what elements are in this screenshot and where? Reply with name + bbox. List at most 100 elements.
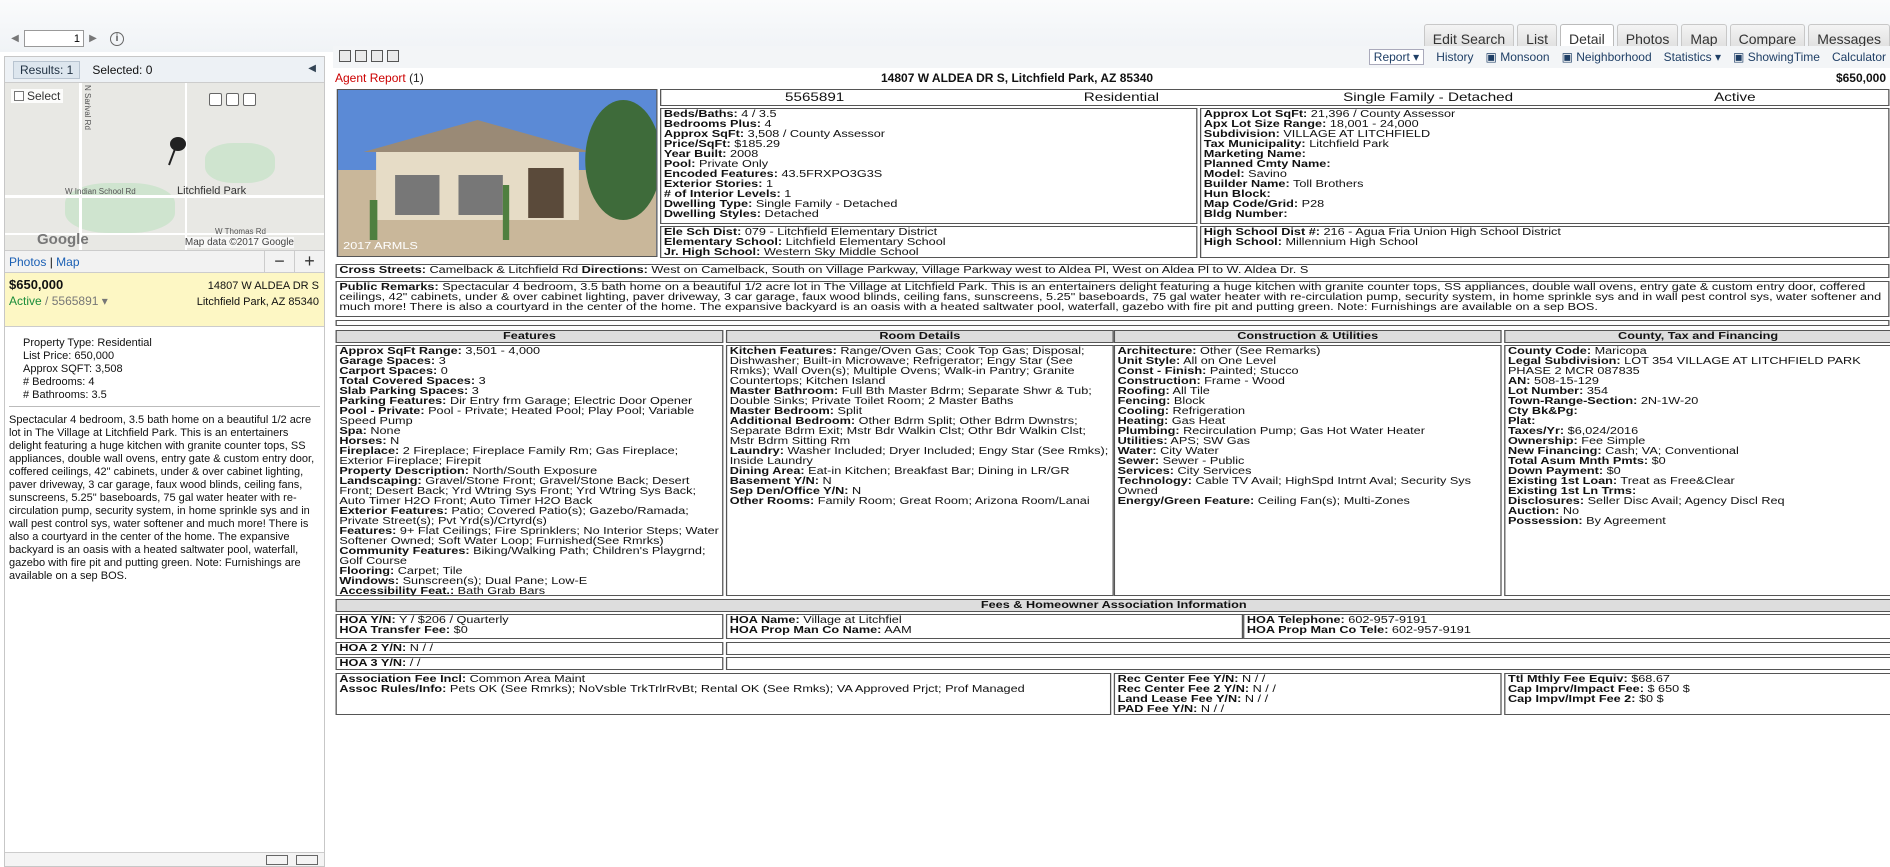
schools-left: Ele Sch Dist: 079 - Litchfield Elementar…: [660, 226, 1198, 258]
public-remarks: Public Remarks: Spectacular 4 bedroom, 3…: [335, 281, 1890, 317]
history-link[interactable]: History: [1436, 50, 1473, 64]
field-row: Laundry: Washer Included; Dryer Included…: [729, 446, 1109, 467]
field-row: Community Features: Biking/Walking Path;…: [339, 546, 706, 567]
section-header: County, Tax and Financing: [1504, 330, 1890, 343]
association-info: Association Fee Incl: Common Area Maint A…: [335, 673, 1112, 715]
mini-map[interactable]: Select N Sarival Rd W Indian School Rd W…: [5, 83, 324, 250]
detail-panel: Report ▾ History ▣ Monsoon ▣ Neighborhoo…: [333, 46, 1890, 867]
left-results-panel: Results: 1 Selected: 0 ◀ Select N Sariva…: [4, 56, 325, 867]
property-details-right: Approx Lot SqFt: 21,396 / County Assesso…: [1199, 108, 1890, 224]
fees-section-header: Fees & Homeowner Association Information: [335, 599, 1890, 612]
map-road-label: W Indian School Rd: [65, 187, 136, 196]
copy-icon[interactable]: [339, 50, 351, 62]
list-view-icon[interactable]: [296, 855, 318, 865]
report-address: 14807 W ALDEA DR S, Litchfield Park, AZ …: [881, 71, 1154, 85]
field-row: Map Code/Grid: P28: [1203, 199, 1325, 210]
map-road: [79, 83, 82, 250]
field-row: Accessibility Feat.: Bath Grab Bars: [339, 586, 546, 596]
map-select-checkbox[interactable]: Select: [11, 89, 64, 103]
detail-toolbar: Report ▾ History ▣ Monsoon ▣ Neighborhoo…: [333, 46, 1890, 68]
image-icon[interactable]: [387, 50, 399, 62]
selected-count[interactable]: Selected: 0: [92, 63, 152, 77]
field-row: HOA Transfer Fee: $0: [339, 625, 468, 636]
divider-line: [335, 320, 1890, 326]
field-row: Kitchen Features: Range/Oven Gas; Cook T…: [729, 346, 1085, 387]
hoa2-info: HOA 2 Y/N: N / /: [335, 642, 724, 655]
hoa-name: HOA Name: Village at Litchfiel HOA Prop M…: [725, 614, 1244, 639]
results-count-button[interactable]: Results: 1: [13, 60, 81, 79]
showingtime-link[interactable]: ▣ ShowingTime: [1733, 50, 1820, 64]
property-details-left: Beds/Baths: 4 / 3.5 Bedrooms Plus: 4 Appro…: [660, 108, 1198, 224]
summary-row: # Bedrooms: 4: [23, 376, 95, 388]
listing-card[interactable]: $650,000 Active / 5565891 ▾ 14807 W ALDE…: [5, 273, 324, 327]
toolbar-icons: [339, 50, 399, 62]
map-tool-icon[interactable]: [243, 93, 256, 106]
property-photo: 2017 ARMLS: [336, 89, 658, 257]
top-bar: ◀ ▶ i Edit SearchListDetailPhotosMapComp…: [0, 0, 1890, 52]
statistics-dropdown[interactable]: Statistics ▾: [1664, 50, 1721, 64]
zoom-in-button[interactable]: +: [294, 251, 324, 273]
field-row: HOA 2 Y/N: N / /: [339, 643, 434, 654]
map-copyright: Map data ©2017 Google: [184, 237, 294, 248]
field-row: Dwelling Styles: Detached: [663, 209, 819, 220]
report-title: Agent Report (1): [335, 71, 424, 85]
field-row: Builder Name: Toll Brothers: [1203, 179, 1364, 190]
field-row: Tax Municipality: Litchfield Park: [1203, 139, 1389, 150]
construction-list: Architecture: Other (See Remarks) Unit St…: [1113, 345, 1502, 596]
section-header: Room Details: [725, 330, 1114, 343]
info-icon[interactable]: i: [110, 31, 124, 46]
record-pager: ◀ ▶ i: [10, 30, 124, 47]
collapse-panel-icon[interactable]: ◀: [308, 63, 316, 74]
section-header: Features: [335, 330, 724, 343]
section-header: Construction & Utilities: [1113, 330, 1502, 343]
map-tool-icon[interactable]: [226, 93, 239, 106]
map-tool-icon[interactable]: [209, 93, 222, 106]
monsoon-link[interactable]: ▣ Monsoon: [1486, 50, 1550, 64]
summary-row: Approx SQFT: 3,508: [23, 363, 123, 375]
monthly-fee-info: Ttl Mthly Fee Equiv: $68.67 Cap Imprv/Imp…: [1504, 673, 1890, 715]
detail-menu: Report ▾ History ▣ Monsoon ▣ Neighborhoo…: [1368, 49, 1886, 65]
results-bar: Results: 1 Selected: 0 ◀: [5, 57, 324, 83]
map-pin-icon[interactable]: [165, 135, 189, 167]
rec-center-fees: Rec Center Fee Y/N: N / / Rec Center Fee …: [1113, 673, 1502, 715]
field-row: Technology: Cable TV Avail; HighSpd Intr…: [1117, 476, 1471, 497]
field-row: High School: Millennium High School: [1203, 237, 1418, 248]
map-tools: [209, 93, 256, 106]
edit-icon[interactable]: [371, 50, 383, 62]
summary-row: List Price: 650,000: [23, 350, 115, 362]
record-number-input[interactable]: [24, 30, 84, 47]
divider: [9, 406, 320, 407]
field-row: Exterior Features: Patio; Covered Patio(…: [339, 506, 689, 527]
features-list: Approx SqFt Range: 3,501 - 4,000 Garage S…: [335, 345, 724, 596]
field-row: Cap Impv/Impt Fee 2: $0 $: [1507, 694, 1664, 705]
report-price: $650,000: [1835, 71, 1886, 85]
report-title-row: Agent Report (1) 14807 W ALDEA DR S, Lit…: [333, 71, 1890, 87]
listing-summary: Property Type: Residential List Price: 65…: [5, 327, 324, 402]
hoa2-empty: [725, 642, 1890, 655]
listing-mls: 5565891: [51, 294, 99, 308]
report-dropdown[interactable]: Report ▾: [1368, 49, 1425, 65]
field-row: Fireplace: 2 Fireplace; Fireplace Family…: [339, 446, 679, 467]
summary-row: # Bathrooms: 3.5: [23, 389, 107, 401]
zoom-out-button[interactable]: −: [264, 251, 294, 273]
header-cell: Active: [1714, 90, 1756, 104]
field-row: Possession: By Agreement: [1507, 516, 1666, 527]
field-row: Pool - Private: Pool - Private; Heated P…: [339, 406, 695, 427]
next-record-icon[interactable]: ▶: [88, 33, 98, 44]
photos-map-bar: Photos | Map − +: [5, 250, 324, 273]
header-cell: 5565891: [785, 90, 845, 104]
cross-streets: Cross Streets: Camelback & Litchfield Rd…: [335, 264, 1890, 278]
map-link[interactable]: Map: [56, 255, 79, 269]
calculator-link[interactable]: Calculator: [1832, 50, 1886, 64]
field-row: Other Rooms: Family Room; Great Room; Ar…: [729, 496, 1090, 507]
map-road-label: N Sarival Rd: [83, 85, 92, 130]
schools-right: High School Dist #: 216 - Agua Fria Unio…: [1199, 226, 1890, 258]
photos-link[interactable]: Photos: [9, 255, 46, 269]
prev-record-icon[interactable]: ◀: [10, 33, 20, 44]
hoa3-empty: [725, 657, 1890, 670]
field-row: Additional Bedroom: Other Bdrm Split; Ot…: [729, 416, 1086, 447]
field-row: Features: 9+ Flat Ceilings; Fire Sprinkl…: [339, 526, 719, 547]
contacts-icon[interactable]: [355, 50, 367, 62]
grid-view-icon[interactable]: [266, 855, 288, 865]
neighborhood-link[interactable]: ▣ Neighborhood: [1562, 50, 1652, 64]
